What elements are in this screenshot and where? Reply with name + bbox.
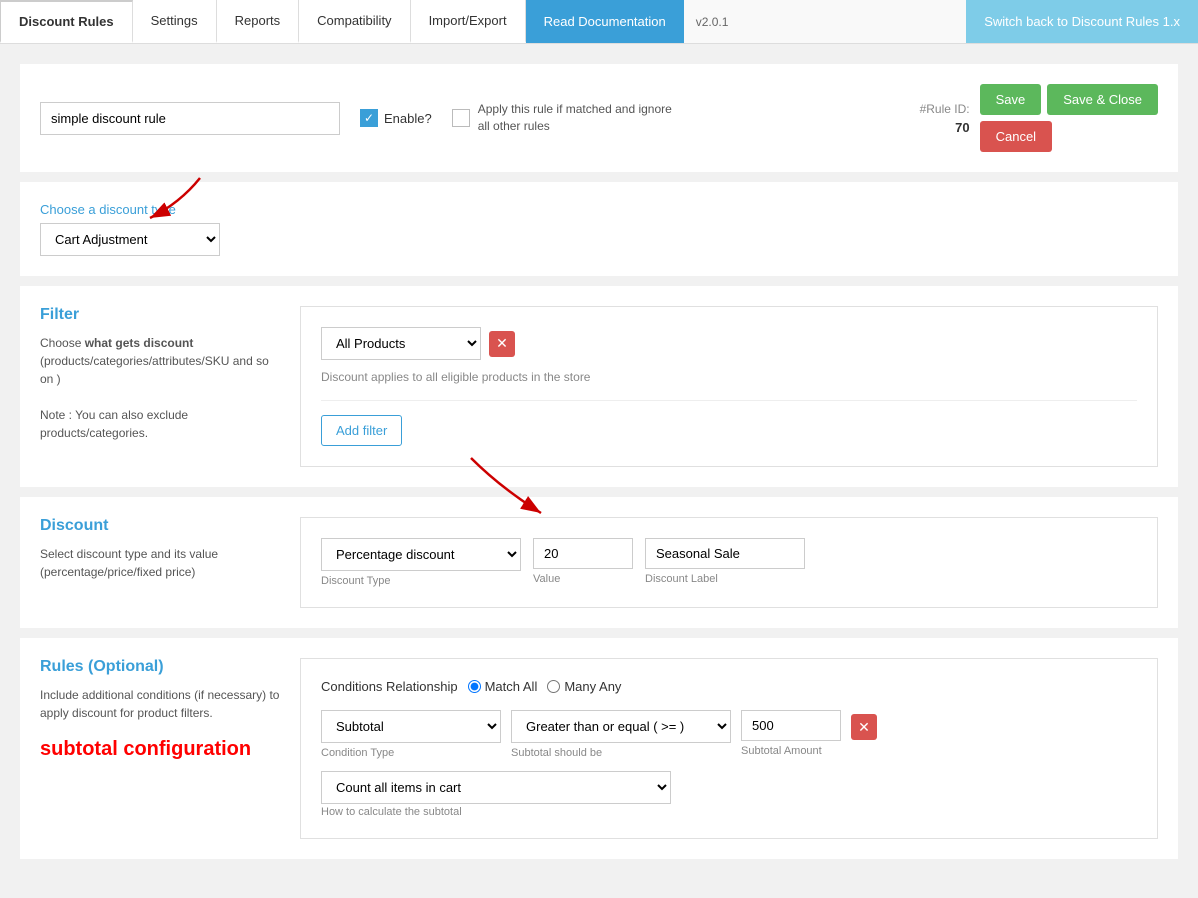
calc-row: Count all items in cart How to calculate…: [321, 771, 1137, 818]
discount-layout: Discount Select discount type and its va…: [40, 517, 1158, 608]
amount-col: Subtotal Amount: [741, 710, 841, 757]
discount-label-input-label: Discount Label: [645, 573, 805, 585]
filter-desc: Choose what gets discount (products/cate…: [40, 334, 280, 442]
discount-type-input-label: Discount Type: [321, 575, 521, 587]
rule-id-value: 70: [955, 120, 969, 135]
read-docs-tab[interactable]: Read Documentation: [526, 0, 684, 43]
tab-discount-rules-label: Discount Rules: [19, 14, 114, 29]
discount-type-wrapper: Percentage discount Discount Type: [321, 538, 521, 587]
discount-desc: Select discount type and its value (perc…: [40, 545, 280, 581]
discount-type-dropdown[interactable]: Percentage discount: [321, 538, 521, 571]
filter-left: Filter Choose what gets discount (produc…: [40, 306, 280, 467]
rule-name-row: ✓ Enable? Apply this rule if matched and…: [20, 64, 1178, 172]
action-buttons: Save Save & Close Cancel: [980, 84, 1158, 152]
conditions-relationship: Conditions Relationship Match All Many A…: [321, 679, 1137, 694]
rules-desc: Include additional conditions (if necess…: [40, 686, 280, 722]
amount-input[interactable]: [741, 710, 841, 741]
discount-label-wrapper: Discount Label: [645, 538, 805, 585]
filter-top: All Products ✕: [321, 327, 1137, 360]
rules-title: Rules (Optional): [40, 658, 280, 676]
top-nav: Discount Rules Settings Reports Compatib…: [0, 0, 1198, 44]
discount-section: Discount Select discount type and its va…: [20, 497, 1178, 628]
many-any-label: Many Any: [564, 679, 621, 694]
operator-label: Subtotal should be: [511, 747, 731, 759]
calc-label: How to calculate the subtotal: [321, 806, 1137, 818]
amount-label: Subtotal Amount: [741, 745, 841, 757]
filter-note: Note : You can also exclude products/cat…: [40, 408, 188, 440]
main-content: ✓ Enable? Apply this rule if matched and…: [0, 44, 1198, 889]
many-any-option[interactable]: Many Any: [547, 679, 621, 694]
rule-id-label: #Rule ID:: [920, 102, 970, 116]
apply-rule-section: Apply this rule if matched and ignore al…: [452, 101, 900, 135]
rules-layout: Rules (Optional) Include additional cond…: [40, 658, 1158, 839]
discount-value-wrapper: Value: [533, 538, 633, 585]
many-any-radio[interactable]: [547, 680, 560, 693]
rule-name-input[interactable]: [40, 102, 340, 135]
filter-right: All Products ✕ Discount applies to all e…: [300, 306, 1158, 467]
discount-right: Percentage discount Discount Type Value …: [300, 517, 1158, 608]
tab-settings-label: Settings: [151, 13, 198, 28]
condition-type-select[interactable]: Subtotal: [321, 710, 501, 743]
switch-back-button[interactable]: Switch back to Discount Rules 1.x: [966, 0, 1198, 43]
arrow-annotation: [120, 168, 240, 228]
rules-left: Rules (Optional) Include additional cond…: [40, 658, 280, 839]
read-docs-label: Read Documentation: [544, 14, 666, 29]
filter-layout: Filter Choose what gets discount (produc…: [40, 306, 1158, 467]
version-label: v2.0.1: [684, 0, 741, 43]
calc-select[interactable]: Count all items in cart: [321, 771, 671, 804]
discount-type-label: Choose a discount type: [40, 202, 1158, 217]
rule-id-section: #Rule ID: 70: [920, 102, 970, 135]
operator-col: Greater than or equal ( >= ) Subtotal sh…: [511, 710, 731, 759]
rules-right: Conditions Relationship Match All Many A…: [300, 658, 1158, 839]
filter-title: Filter: [40, 306, 280, 324]
match-all-label: Match All: [485, 679, 538, 694]
rules-section: Rules (Optional) Include additional cond…: [20, 638, 1178, 859]
enable-section: ✓ Enable?: [360, 109, 432, 127]
save-button[interactable]: Save: [980, 84, 1042, 115]
discount-left: Discount Select discount type and its va…: [40, 517, 280, 608]
tab-reports[interactable]: Reports: [217, 0, 300, 43]
condition-type-col: Subtotal Condition Type: [321, 710, 501, 759]
operator-select[interactable]: Greater than or equal ( >= ): [511, 710, 731, 743]
filter-section: Filter Choose what gets discount (produc…: [20, 286, 1178, 487]
tab-import-export[interactable]: Import/Export: [411, 0, 526, 43]
tab-settings[interactable]: Settings: [133, 0, 217, 43]
enable-checkbox[interactable]: ✓: [360, 109, 378, 127]
tab-reports-label: Reports: [235, 13, 281, 28]
cancel-button[interactable]: Cancel: [980, 121, 1052, 152]
discount-type-select[interactable]: Cart Adjustment: [40, 223, 220, 256]
conditions-relationship-label: Conditions Relationship: [321, 679, 458, 694]
tab-discount-rules[interactable]: Discount Rules: [0, 0, 133, 43]
rule-remove-button[interactable]: ✕: [851, 714, 877, 740]
add-filter-button[interactable]: Add filter: [321, 415, 402, 446]
enable-label: Enable?: [384, 111, 432, 126]
discount-inputs: Percentage discount Discount Type Value …: [321, 538, 1137, 587]
match-all-option[interactable]: Match All: [468, 679, 538, 694]
remove-col: ✕: [851, 710, 877, 740]
save-close-button[interactable]: Save & Close: [1047, 84, 1158, 115]
match-all-radio[interactable]: [468, 680, 481, 693]
discount-value-input[interactable]: [533, 538, 633, 569]
tab-import-export-label: Import/Export: [429, 13, 507, 28]
rule-row: Subtotal Condition Type Greater than or …: [321, 710, 1137, 759]
filter-info-text: Discount applies to all eligible product…: [321, 370, 1137, 384]
discount-label-input[interactable]: [645, 538, 805, 569]
discount-value-label: Value: [533, 573, 633, 585]
apply-rule-checkbox[interactable]: [452, 109, 470, 127]
condition-type-label: Condition Type: [321, 747, 501, 759]
apply-rule-label: Apply this rule if matched and ignore al…: [478, 101, 678, 135]
filter-remove-button[interactable]: ✕: [489, 331, 515, 357]
subtotal-config-text: subtotal configuration: [40, 738, 280, 761]
tab-compatibility[interactable]: Compatibility: [299, 0, 410, 43]
discount-type-row: Choose a discount type Cart Adjustment: [20, 182, 1178, 276]
tab-compatibility-label: Compatibility: [317, 13, 391, 28]
filter-product-select[interactable]: All Products: [321, 327, 481, 360]
discount-title: Discount: [40, 517, 280, 535]
